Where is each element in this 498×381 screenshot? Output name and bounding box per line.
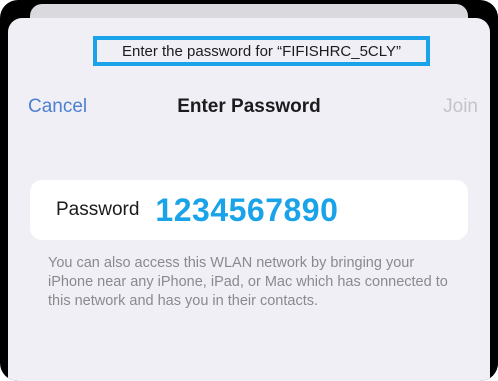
password-prompt: Enter the password for “FIFISHRC_5CLY” [93,36,430,66]
password-label: Password [56,199,140,220]
password-field[interactable]: Password 1234567890 [30,180,468,240]
password-prompt-text: Enter the password for “FIFISHRC_5CLY” [122,42,401,60]
join-button[interactable]: Join [443,90,478,124]
password-input[interactable]: 1234567890 [155,192,338,229]
page-title: Enter Password [177,96,321,117]
frame-edge [490,0,498,381]
device-frame: Enter the password for “FIFISHRC_5CLY” C… [0,0,498,381]
password-sheet: Enter the password for “FIFISHRC_5CLY” C… [8,18,490,381]
network-sharing-footnote: You can also access this WLAN network by… [48,255,448,309]
navigation-bar: Cancel Enter Password Join [8,90,490,124]
